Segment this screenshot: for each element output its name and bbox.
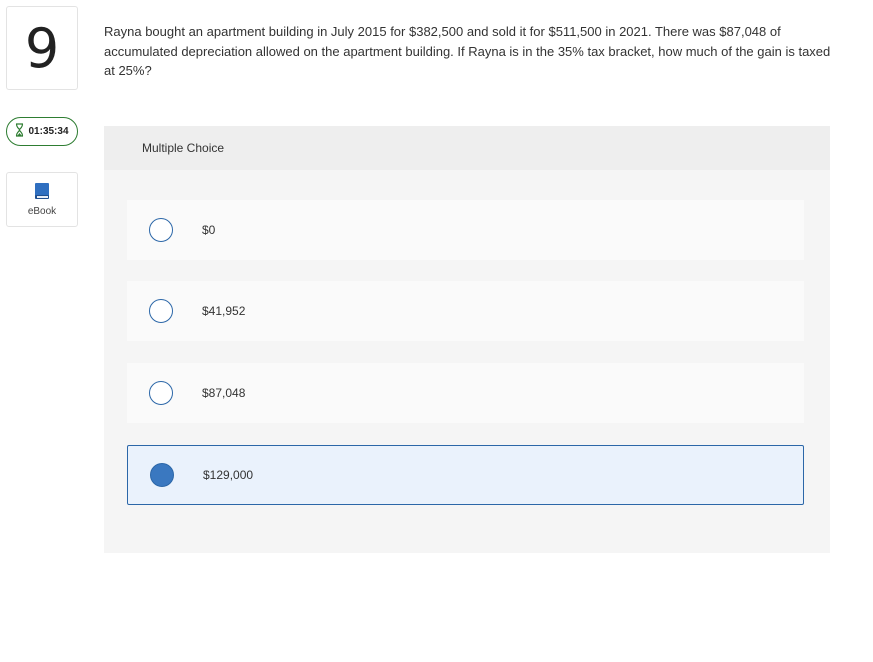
choice-label: $129,000 — [203, 468, 254, 482]
radio-button[interactable] — [149, 381, 173, 405]
radio-button-selected[interactable] — [150, 463, 174, 487]
radio-button[interactable] — [149, 218, 173, 242]
question-number: 9 — [6, 6, 78, 90]
choice-label: $87,048 — [202, 386, 246, 400]
choice-option[interactable]: $41,952 — [127, 281, 804, 341]
timer[interactable]: 01:35:34 — [6, 117, 78, 146]
choice-option[interactable]: $87,048 — [127, 363, 804, 423]
choice-option[interactable]: $0 — [127, 200, 804, 260]
book-icon — [34, 182, 50, 203]
choice-label: $0 — [202, 223, 216, 237]
ebook-button[interactable]: eBook — [6, 172, 78, 227]
choice-option-selected[interactable]: $129,000 — [127, 445, 804, 505]
multiple-choice-panel: Multiple Choice $0 $41,952 $87,048 $129,… — [104, 126, 830, 553]
question-text: Rayna bought an apartment building in Ju… — [104, 24, 831, 78]
multiple-choice-header: Multiple Choice — [104, 126, 830, 170]
hourglass-icon — [15, 123, 24, 140]
choice-label: $41,952 — [202, 304, 246, 318]
timer-value: 01:35:34 — [28, 126, 69, 137]
radio-button[interactable] — [149, 299, 173, 323]
ebook-label: eBook — [27, 206, 57, 217]
